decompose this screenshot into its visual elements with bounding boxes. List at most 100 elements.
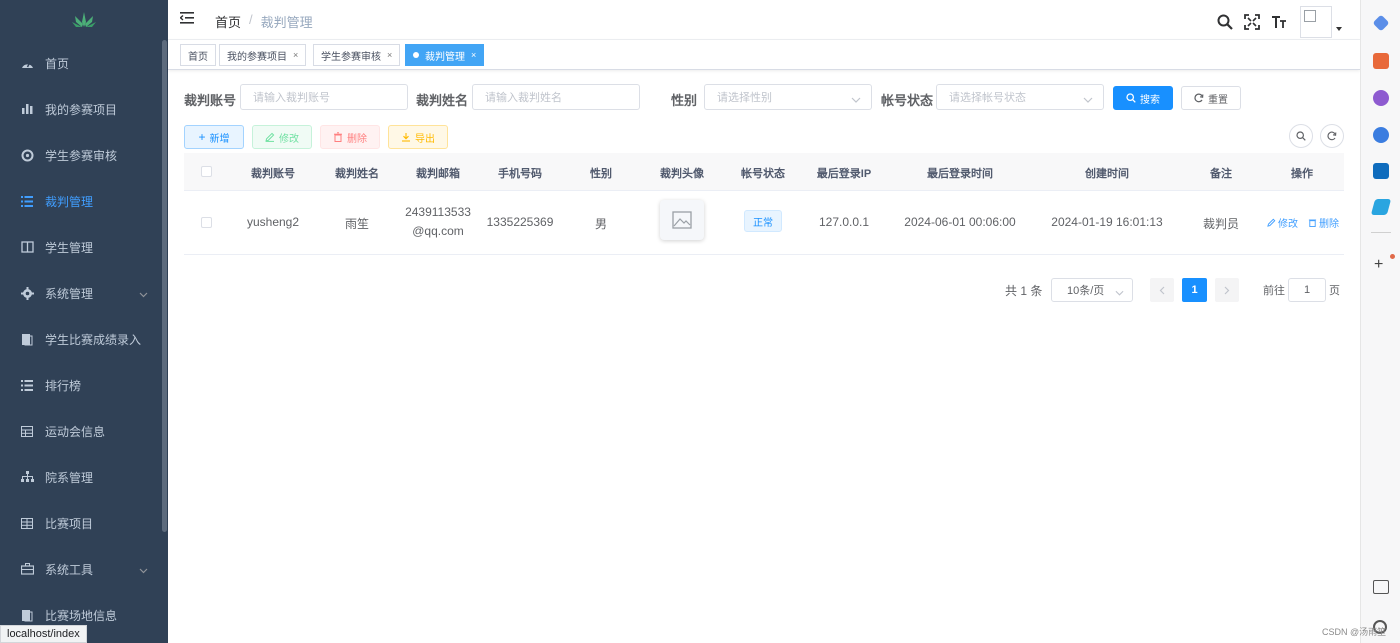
list-icon bbox=[20, 194, 34, 208]
page-size-value: 10条/页 bbox=[1067, 285, 1105, 297]
cell-email-line1: 2439113533 bbox=[405, 205, 471, 219]
cell-last-ip: 127.0.0.1 bbox=[818, 215, 870, 229]
search-button[interactable]: 搜索 bbox=[1113, 86, 1173, 110]
briefcase-app-icon[interactable] bbox=[1373, 53, 1389, 69]
tag-home[interactable]: 首页 bbox=[180, 44, 216, 66]
prev-page-button[interactable] bbox=[1150, 278, 1174, 302]
send-app-icon[interactable] bbox=[1370, 199, 1392, 215]
close-icon[interactable]: × bbox=[471, 50, 476, 60]
sidebar-item-label: 系统工具 bbox=[45, 562, 94, 577]
sidebar-item-label: 系统管理 bbox=[45, 286, 94, 301]
book-icon bbox=[20, 240, 34, 254]
tag-referee-management[interactable]: 裁判管理 × bbox=[405, 44, 485, 66]
trash-icon bbox=[334, 132, 342, 142]
sidebar-item-leaderboard[interactable]: 排行榜 bbox=[0, 362, 162, 408]
delete-button[interactable]: 删除 bbox=[320, 125, 380, 149]
tag-my-projects[interactable]: 我的参赛项目 × bbox=[219, 44, 307, 66]
gear-icon bbox=[20, 286, 34, 300]
header-status: 帐号状态 bbox=[741, 168, 785, 180]
plus-icon[interactable]: + bbox=[1374, 256, 1383, 274]
table-row[interactable]: yusheng2 雨笙 2439113533 @qq.com 133522536… bbox=[184, 191, 1344, 255]
sidebar-item-student-management[interactable]: 学生管理 bbox=[0, 224, 162, 270]
venue-icon bbox=[20, 608, 34, 622]
header-created: 创建时间 bbox=[1085, 168, 1129, 180]
page-size-select[interactable]: 10条/页 bbox=[1051, 278, 1133, 302]
gender-select[interactable]: 请选择性别 bbox=[704, 84, 872, 110]
export-button[interactable]: 导出 bbox=[388, 125, 448, 149]
goto-page-input[interactable]: 1 bbox=[1288, 278, 1326, 302]
chevron-down-icon bbox=[1115, 287, 1124, 299]
download-icon bbox=[402, 133, 410, 142]
row-edit-label: 修改 bbox=[1278, 219, 1298, 230]
chess-app-icon[interactable] bbox=[1373, 90, 1389, 106]
header-last-login: 最后登录时间 bbox=[927, 168, 993, 180]
select-all-checkbox[interactable] bbox=[201, 166, 212, 177]
outlook-app-icon[interactable] bbox=[1373, 163, 1389, 179]
avatar-image[interactable] bbox=[660, 200, 704, 240]
add-button[interactable]: + 新增 bbox=[184, 125, 244, 149]
sidebar-item-label: 我的参赛项目 bbox=[45, 102, 118, 117]
sidebar-divider bbox=[1371, 232, 1391, 233]
account-input[interactable]: 请输入裁判账号 bbox=[240, 84, 408, 110]
app-logo[interactable] bbox=[0, 0, 168, 40]
navbar-actions bbox=[1217, 6, 1342, 38]
tag-student-review[interactable]: 学生参赛审核 × bbox=[313, 44, 401, 66]
status-badge: 正常 bbox=[744, 210, 782, 232]
refresh-table-button[interactable] bbox=[1320, 124, 1344, 148]
header-phone: 手机号码 bbox=[498, 168, 542, 180]
font-size-icon[interactable] bbox=[1271, 14, 1287, 30]
name-placeholder: 请输入裁判姓名 bbox=[485, 92, 562, 104]
search-icon[interactable] bbox=[1217, 14, 1233, 30]
row-edit-link[interactable]: 修改 bbox=[1267, 215, 1298, 230]
sidebar-item-competition-events[interactable]: 比赛项目 bbox=[0, 500, 162, 546]
tree-icon bbox=[20, 470, 34, 484]
reset-button[interactable]: 重置 bbox=[1181, 86, 1241, 110]
cell-remark: 裁判员 bbox=[1202, 217, 1239, 231]
browser-status-url: localhost/index bbox=[0, 625, 87, 643]
sidebar-item-sports-meet-info[interactable]: 运动会信息 bbox=[0, 408, 162, 454]
sidebar-item-label: 院系管理 bbox=[45, 470, 94, 485]
sidebar-item-label: 学生管理 bbox=[45, 240, 94, 255]
edit-button[interactable]: 修改 bbox=[252, 125, 312, 149]
sidebar-item-score-entry[interactable]: 学生比赛成绩录入 bbox=[0, 316, 162, 362]
tag-label: 首页 bbox=[188, 51, 208, 63]
status-select[interactable]: 请选择帐号状态 bbox=[936, 84, 1104, 110]
sidebar-item-system-tools[interactable]: 系统工具 bbox=[0, 546, 162, 592]
cell-phone: 1335225369 bbox=[486, 215, 554, 229]
sidebar-item-student-review[interactable]: 学生参赛审核 bbox=[0, 132, 162, 178]
user-avatar[interactable] bbox=[1300, 6, 1332, 38]
sidebar-item-label: 比赛项目 bbox=[45, 516, 94, 531]
hamburger-icon[interactable] bbox=[179, 11, 196, 28]
sidebar-item-my-projects[interactable]: 我的参赛项目 bbox=[0, 86, 162, 132]
sidebar-item-home[interactable]: 首页 bbox=[0, 40, 162, 86]
tag-app-icon[interactable] bbox=[1372, 14, 1390, 32]
header-account: 裁判账号 bbox=[251, 168, 295, 180]
refresh-icon bbox=[1327, 131, 1337, 141]
row-checkbox[interactable] bbox=[201, 217, 212, 228]
account-label: 裁判账号 bbox=[184, 93, 237, 108]
table-icon bbox=[20, 424, 34, 438]
sidebar-item-label: 排行榜 bbox=[45, 378, 82, 393]
lotus-logo-icon bbox=[72, 12, 96, 27]
notification-dot-icon bbox=[1390, 254, 1395, 259]
active-dot-icon bbox=[413, 52, 419, 58]
caret-down-icon[interactable] bbox=[1336, 27, 1342, 31]
image-placeholder-icon bbox=[672, 211, 692, 229]
toggle-search-button[interactable] bbox=[1289, 124, 1313, 148]
page-number-current[interactable]: 1 bbox=[1182, 278, 1207, 302]
breadcrumb-home[interactable]: 首页 bbox=[215, 12, 241, 31]
cell-created: 2024-01-19 16:01:13 bbox=[1051, 215, 1163, 229]
sidebar-item-department-management[interactable]: 院系管理 bbox=[0, 454, 162, 500]
name-input[interactable]: 请输入裁判姓名 bbox=[472, 84, 640, 110]
sidebar: 首页 我的参赛项目 学生参赛审核 裁判管理 学生管理 系统管理 学生比赛成绩录入… bbox=[0, 0, 168, 643]
sidebar-scrollbar[interactable] bbox=[162, 40, 167, 532]
close-icon[interactable]: × bbox=[293, 50, 298, 60]
copilot-app-icon[interactable] bbox=[1373, 127, 1389, 143]
fullscreen-icon[interactable] bbox=[1244, 14, 1260, 30]
row-delete-link[interactable]: 删除 bbox=[1308, 215, 1339, 230]
sidebar-item-system-management[interactable]: 系统管理 bbox=[0, 270, 162, 316]
screenshot-icon[interactable] bbox=[1373, 580, 1389, 594]
sidebar-item-referee-management[interactable]: 裁判管理 bbox=[0, 178, 162, 224]
next-page-button[interactable] bbox=[1215, 278, 1239, 302]
close-icon[interactable]: × bbox=[387, 50, 392, 60]
